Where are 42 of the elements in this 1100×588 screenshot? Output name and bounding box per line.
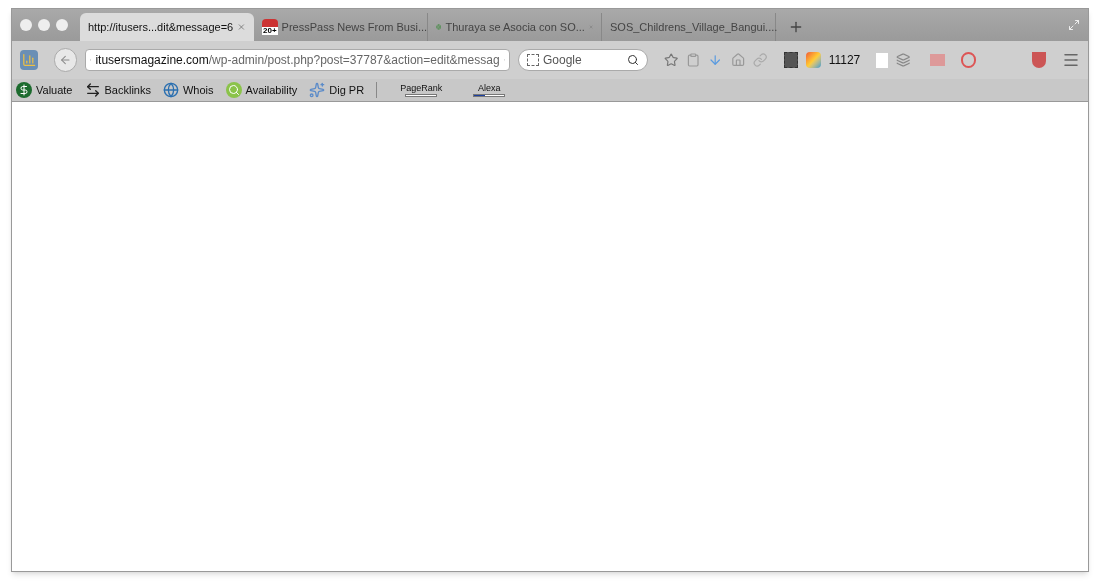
meter-label: PageRank [400, 83, 443, 94]
search-field[interactable]: Google [518, 49, 648, 71]
meter-label: Alexa [477, 83, 501, 94]
tab-title: Thuraya se Asocia con SO... [445, 19, 585, 35]
arrows-icon [84, 82, 101, 98]
shield-icon[interactable] [1031, 52, 1046, 68]
bookmark-item[interactable]: Valuate [16, 81, 73, 99]
star-icon[interactable] [663, 52, 679, 68]
address-field[interactable]: itusersmagazine.com/wp-admin/post.php?post=37787&action=edit&messag [85, 49, 510, 71]
meter-track [405, 94, 438, 97]
tab-title: http://itusers...dit&message=6 [88, 19, 234, 35]
dollar-icon [16, 82, 32, 98]
window-control-icon[interactable] [20, 19, 32, 31]
link-icon[interactable] [753, 52, 768, 68]
url-text: itusersmagazine.com/wp-admin/post.php?post=37787&action=edit&messag [95, 52, 500, 69]
bookmark-item[interactable]: Whois [162, 81, 214, 99]
fullscreen-icon[interactable] [1068, 19, 1080, 31]
window-control-icon[interactable] [56, 19, 68, 31]
bookmark-item[interactable]: Dig PR [309, 81, 365, 99]
blank-icon[interactable] [876, 52, 888, 68]
bookmark-item[interactable]: Backlinks [84, 81, 151, 99]
rainbow-icon[interactable] [806, 52, 821, 68]
counter-text: 11127 [828, 52, 861, 69]
tab-badge: 20+ [262, 27, 278, 35]
window-control-icon[interactable] [38, 19, 50, 31]
search-icon[interactable] [626, 54, 639, 66]
sparkle-icon [309, 82, 326, 98]
tab-title: SOS_Childrens_Village_Bangui.... [610, 19, 778, 35]
home-icon[interactable] [730, 52, 746, 68]
bookmark-item[interactable]: Availability [225, 81, 298, 99]
clipboard-icon[interactable] [686, 52, 701, 68]
search-input[interactable]: Google [543, 51, 623, 69]
search-engine-icon[interactable] [527, 54, 539, 66]
layers-icon[interactable] [896, 52, 911, 68]
browser-tab[interactable]: http://itusers...dit&message=6 [80, 13, 254, 41]
download-icon[interactable] [708, 52, 723, 68]
search-icon [225, 82, 242, 98]
tab-title: PressPass News From Busi... [281, 19, 428, 35]
new-tab-icon[interactable] [788, 19, 804, 35]
chart-icon[interactable] [20, 50, 39, 70]
square-icon[interactable] [783, 52, 799, 68]
back-button[interactable] [54, 48, 77, 72]
